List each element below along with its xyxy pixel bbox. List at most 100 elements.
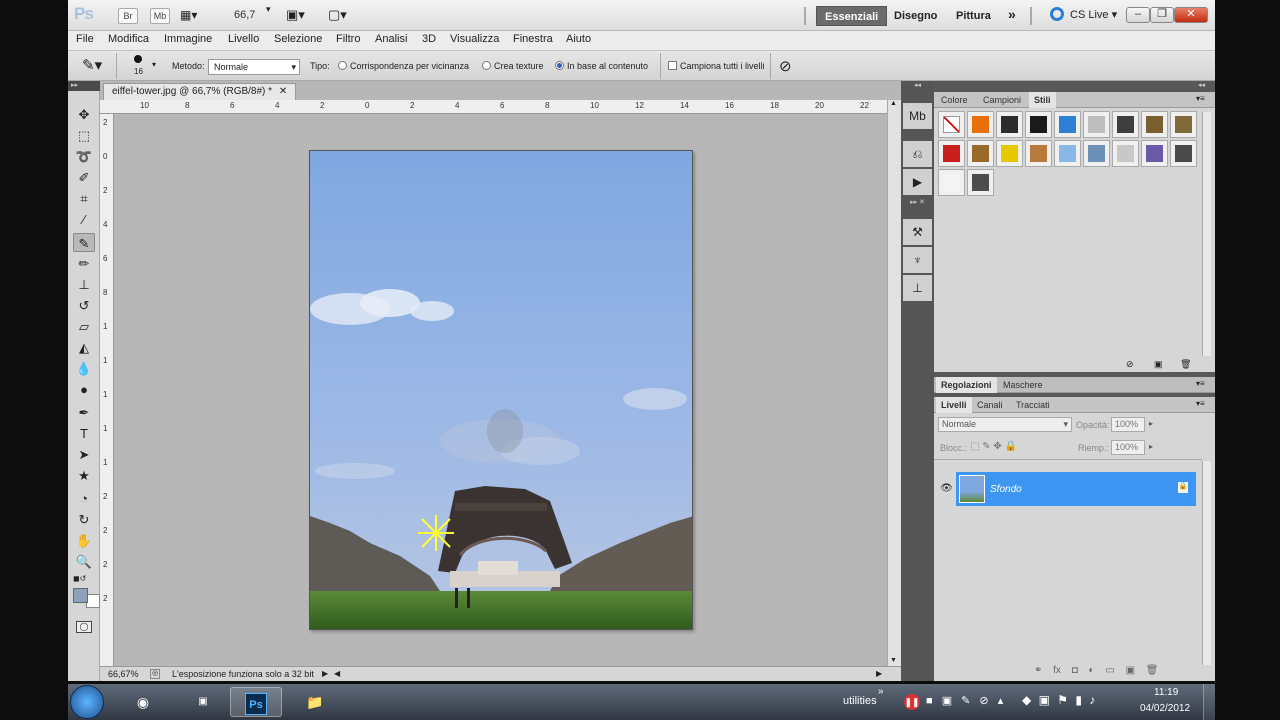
style-swatch[interactable] (938, 169, 965, 196)
horizontal-ruler[interactable]: 10 8 6 4 2 0 2 4 6 8 10 12 14 16 18 20 22 (100, 100, 887, 114)
layers-footer-icons[interactable]: ⚭ fx ◘ ◐ ▭ ▣ 🗑 (1034, 665, 1204, 676)
type-tool-icon[interactable]: T (73, 424, 95, 443)
menu-visualizza[interactable]: Visualizza (450, 33, 499, 45)
mini-bridge-panel-icon[interactable]: Mb (903, 103, 932, 129)
hand-tool-icon[interactable]: ✋ (73, 531, 95, 550)
tipo-proximity-radio[interactable]: Corrispondenza per vicinanza (338, 61, 469, 71)
cs-live-icon[interactable] (1050, 7, 1064, 21)
history-brush-tool-icon[interactable]: ↺ (73, 296, 95, 315)
style-swatch[interactable] (1112, 140, 1139, 167)
style-swatch[interactable] (1141, 111, 1168, 138)
collapse-tools-icon[interactable]: ▸▸ (68, 81, 100, 91)
vertical-ruler[interactable]: 2 0 2 4 6 8 1 1 1 1 1 2 2 2 2 (100, 114, 114, 666)
foreground-color-swatch[interactable] (73, 588, 88, 603)
panel-menu-icon[interactable]: ▾≡ (1196, 379, 1205, 388)
close-button[interactable]: ✕ (1174, 7, 1208, 23)
toolbar-expand-icon[interactable]: » (878, 686, 884, 697)
tab-livelli[interactable]: Livelli (936, 397, 972, 413)
pen-tool-icon[interactable]: ✒ (73, 403, 95, 422)
style-swatch[interactable] (1054, 111, 1081, 138)
system-tray-icons[interactable]: ◆ ▣ ⚑ ▮ ♪ (1022, 693, 1095, 707)
scroll-up-icon[interactable]: ▲ (890, 100, 897, 107)
style-swatch[interactable] (1170, 140, 1197, 167)
tab-maschere[interactable]: Maschere (998, 377, 1048, 393)
zoom-tool-icon[interactable]: 🔍 (73, 552, 95, 571)
photoshop-taskbar-button[interactable]: Ps (230, 687, 282, 717)
tab-campioni[interactable]: Campioni (978, 92, 1026, 108)
tool-presets-panel-icon[interactable]: ⚒ (903, 219, 932, 245)
menu-file[interactable]: File (76, 33, 94, 45)
workspace-disegno[interactable]: Disegno (886, 6, 945, 26)
style-swatch[interactable] (1025, 140, 1052, 167)
spot-healing-tool-icon[interactable]: ✎ (73, 233, 95, 252)
menu-modifica[interactable]: Modifica (108, 33, 149, 45)
style-swatch[interactable] (1112, 111, 1139, 138)
zoom-status[interactable]: 66,67% (108, 667, 139, 681)
fill-arrow-icon[interactable]: ▸ (1149, 442, 1153, 451)
paint-bucket-tool-icon[interactable]: ◭ (73, 338, 95, 357)
style-swatch[interactable] (1083, 140, 1110, 167)
status-arrow-icon[interactable]: ▶ (322, 667, 328, 681)
brush-preview-icon[interactable] (134, 55, 142, 63)
tab-colore[interactable]: Colore (936, 92, 973, 108)
style-swatch[interactable] (1170, 111, 1197, 138)
tray-icons[interactable]: ■ ▣ ✎ ⊘ ▴ (926, 694, 1003, 707)
path-selection-tool-icon[interactable]: ➤ (73, 445, 95, 464)
shape-tool-icon[interactable]: ★ (73, 466, 95, 485)
eye-visibility-icon[interactable]: 👁 (938, 472, 955, 506)
clear-style-icon[interactable]: ⊘ (1126, 359, 1134, 370)
view-extras-icon[interactable]: ▦▾ (180, 8, 210, 24)
fill-input[interactable]: 100% (1111, 440, 1145, 455)
metodo-select[interactable]: Normale ▾ (208, 59, 300, 75)
vertical-scrollbar[interactable]: ▲ ▼ (887, 100, 901, 666)
crop-tool-icon[interactable]: ⌗ (73, 189, 95, 208)
tipo-texture-radio[interactable]: Crea texture (482, 61, 544, 71)
double-chevron-right-icon[interactable]: » (1008, 6, 1016, 22)
lock-icons[interactable]: ⬚ ✎ ✥ 🔒 (970, 441, 1017, 452)
default-colors-icon[interactable]: ◼↺ (73, 574, 86, 583)
style-swatch[interactable] (1025, 111, 1052, 138)
brush-panel-icon[interactable]: ♆ (903, 247, 932, 273)
sample-all-layers-checkbox[interactable]: Campiona tutti i livelli (668, 61, 765, 71)
marquee-tool-icon[interactable]: ⬚ (73, 126, 95, 145)
eyedropper-tool-icon[interactable]: ⁄ (73, 210, 95, 229)
menu-filtro[interactable]: Filtro (336, 33, 360, 45)
menu-analisi[interactable]: Analisi (375, 33, 407, 45)
actions-panel-icon[interactable]: ▶ (903, 169, 932, 195)
utilities-toolbar[interactable]: utilities (843, 695, 877, 707)
layers-scrollbar[interactable] (1202, 461, 1211, 665)
zoom-dropdown-icon[interactable]: ▾ (266, 4, 271, 15)
menu-aiuto[interactable]: Aiuto (566, 33, 591, 45)
style-swatch[interactable] (967, 111, 994, 138)
history-panel-icon[interactable]: ⎌ (903, 141, 932, 167)
style-swatch[interactable] (938, 111, 965, 138)
zoom-level[interactable]: 66,7 (234, 9, 255, 21)
workspace-essenziali[interactable]: Essenziali (816, 6, 888, 26)
record-pause-icon[interactable]: ❚❚ (904, 694, 920, 710)
show-desktop-button[interactable] (1203, 684, 1215, 720)
document-tab[interactable]: eiffel-tower.jpg @ 66,7% (RGB/8#) * ✕ (103, 83, 297, 100)
tab-regolazioni[interactable]: Regolazioni (936, 377, 997, 393)
clone-stamp-tool-icon[interactable]: ⊥ (73, 275, 95, 294)
screen-mode-icon[interactable]: ▢▾ (328, 7, 358, 23)
opacity-arrow-icon[interactable]: ▸ (1149, 419, 1153, 428)
image-canvas[interactable] (309, 150, 693, 630)
lasso-tool-icon[interactable]: ➰ (73, 147, 95, 166)
cs-live-menu[interactable]: CS Live ▾ (1070, 8, 1117, 21)
styles-scrollbar[interactable] (1202, 112, 1211, 356)
style-swatch[interactable] (967, 140, 994, 167)
collapse-dock-icon-2[interactable]: ▸▸ ✕ (901, 198, 934, 208)
blur-tool-icon[interactable]: 💧 (73, 359, 95, 378)
spot-healing-brush-icon[interactable]: ✎▾ (82, 56, 102, 74)
style-swatch[interactable] (1054, 140, 1081, 167)
workspace-pittura[interactable]: Pittura (948, 6, 999, 26)
menu-immagine[interactable]: Immagine (164, 33, 212, 45)
tab-stili[interactable]: Stili (1029, 92, 1056, 108)
panel-menu-icon[interactable]: ▾≡ (1196, 399, 1205, 408)
style-swatch[interactable] (1141, 140, 1168, 167)
brush-tool-icon[interactable]: ✏ (73, 254, 95, 273)
hscroll-right-icon[interactable]: ▶ (876, 667, 882, 681)
close-tab-icon[interactable]: ✕ (279, 86, 287, 97)
scroll-down-icon[interactable]: ▼ (890, 657, 897, 664)
style-swatch[interactable] (1083, 111, 1110, 138)
